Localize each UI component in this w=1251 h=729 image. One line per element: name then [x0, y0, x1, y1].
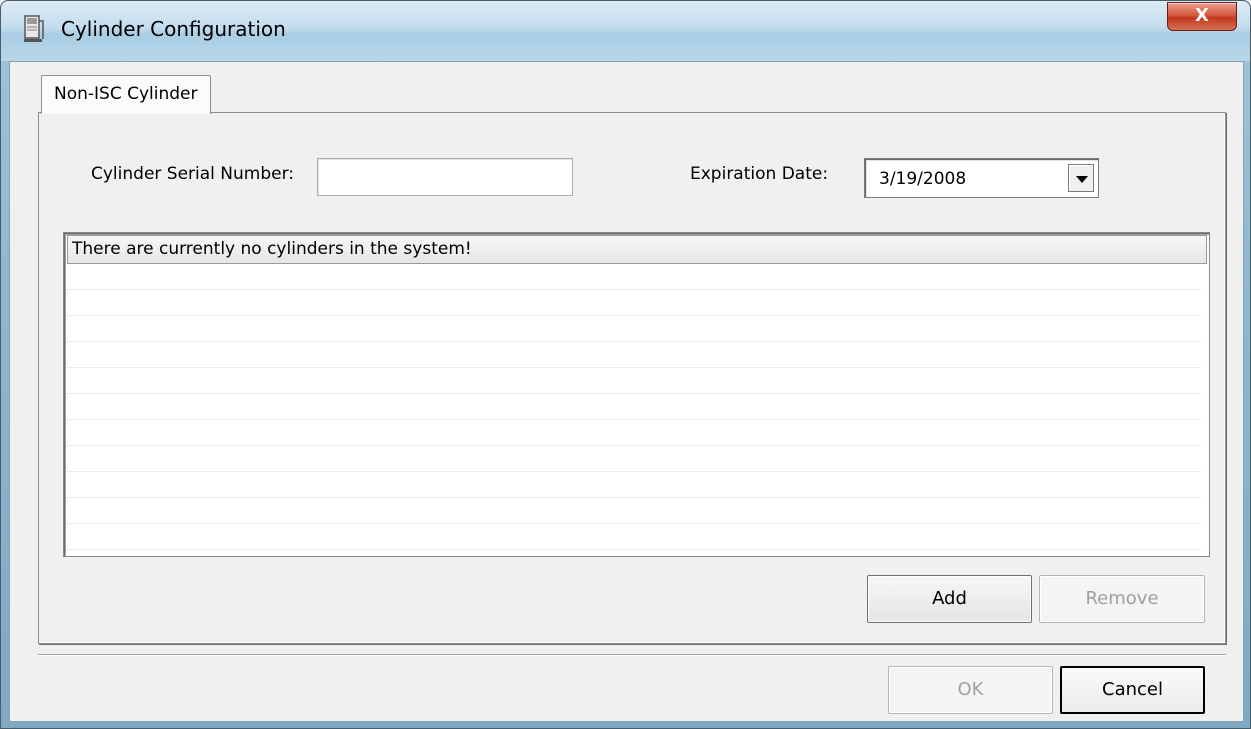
- chevron-down-icon[interactable]: [1068, 164, 1094, 192]
- window-frame: Cylinder Configuration X Non-ISC Cylinde…: [0, 0, 1251, 729]
- divider: [38, 654, 1226, 656]
- cylinder-app-icon: [24, 15, 44, 42]
- list-header[interactable]: There are currently no cylinders in the …: [67, 235, 1207, 264]
- ok-button[interactable]: OK: [888, 666, 1053, 714]
- title-bar[interactable]: Cylinder Configuration X: [1, 1, 1250, 61]
- expiration-date-picker[interactable]: 3/19/2008: [864, 158, 1099, 198]
- serial-number-label: Cylinder Serial Number:: [91, 164, 295, 184]
- dialog-client-area: Non-ISC Cylinder Cylinder Serial Number:…: [9, 61, 1244, 722]
- list-rows: [67, 264, 1201, 554]
- tab-label: Non-ISC Cylinder: [54, 84, 198, 104]
- expiration-date-value: 3/19/2008: [879, 169, 967, 189]
- cancel-button[interactable]: Cancel: [1060, 666, 1205, 714]
- window-title: Cylinder Configuration: [61, 17, 286, 41]
- close-icon: X: [1195, 5, 1209, 26]
- list-header-label: There are currently no cylinders in the …: [72, 239, 472, 259]
- expiration-date-label: Expiration Date:: [690, 164, 829, 184]
- cylinder-list[interactable]: There are currently no cylinders in the …: [63, 232, 1210, 557]
- close-button[interactable]: X: [1167, 2, 1237, 31]
- remove-button[interactable]: Remove: [1039, 575, 1205, 623]
- add-button[interactable]: Add: [867, 575, 1032, 623]
- serial-number-input[interactable]: [317, 158, 573, 196]
- tab-non-isc-cylinder[interactable]: Non-ISC Cylinder: [41, 75, 211, 114]
